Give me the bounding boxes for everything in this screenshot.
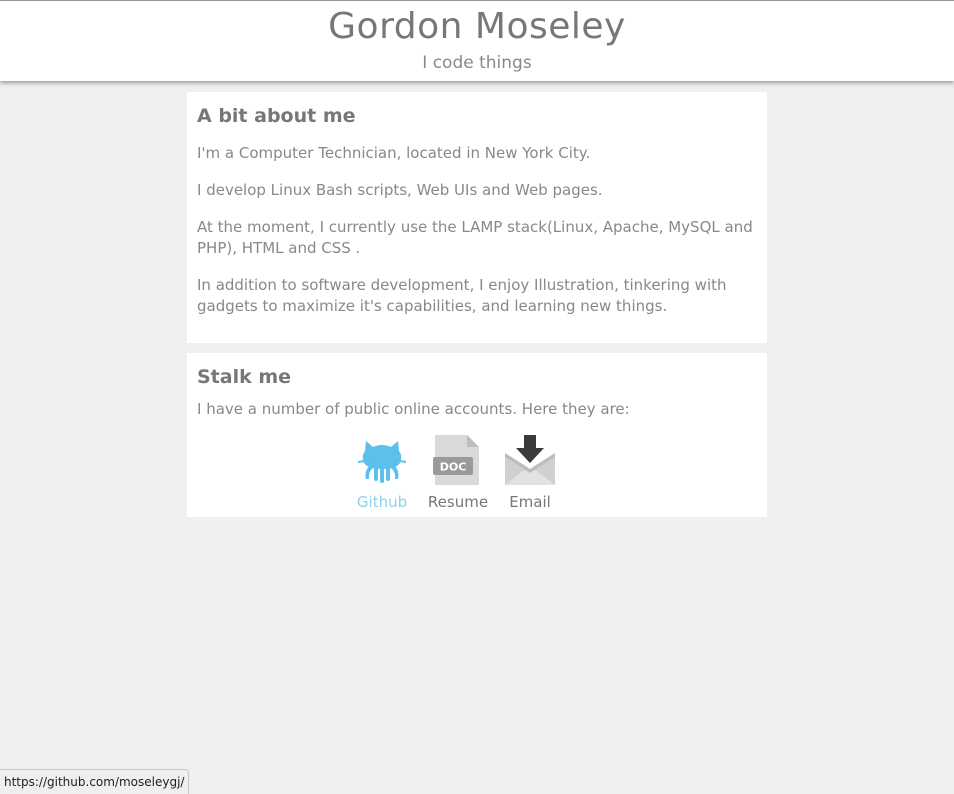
- about-card: A bit about me I'm a Computer Technician…: [187, 92, 767, 343]
- email-label: Email: [509, 493, 551, 511]
- about-paragraph-hobbies: In addition to software development, I e…: [197, 276, 727, 315]
- doc-file-icon: DOC: [433, 435, 479, 485]
- about-paragraph-stack: At the moment, I currently use the LAMP …: [197, 218, 753, 257]
- stalk-intro: I have a number of public online account…: [197, 400, 630, 418]
- github-link[interactable]: Github: [356, 435, 408, 511]
- about-heading: A bit about me: [197, 105, 356, 127]
- site-header: Gordon Moseley I code things: [0, 0, 954, 81]
- resume-label: Resume: [427, 493, 489, 511]
- envelope-download-icon: [505, 435, 555, 485]
- resume-link[interactable]: DOC Resume: [427, 435, 489, 511]
- site-tagline: I code things: [422, 53, 532, 73]
- stalk-card: Stalk me I have a number of public onlin…: [187, 353, 767, 517]
- link-status-bar: https://github.com/moseleygj/: [0, 769, 190, 794]
- github-label: Github: [356, 493, 408, 511]
- site-title: Gordon Moseley: [328, 6, 626, 47]
- about-paragraph-develop: I develop Linux Bash scripts, Web UIs an…: [197, 181, 603, 199]
- about-paragraph-location: I'm a Computer Technician, located in Ne…: [197, 144, 591, 162]
- stalk-heading: Stalk me: [197, 366, 292, 388]
- doc-badge: DOC: [440, 461, 467, 474]
- github-octocat-icon: [358, 441, 406, 483]
- social-links: Github DOC Resume Email: [187, 435, 767, 515]
- email-link[interactable]: Email: [505, 435, 555, 511]
